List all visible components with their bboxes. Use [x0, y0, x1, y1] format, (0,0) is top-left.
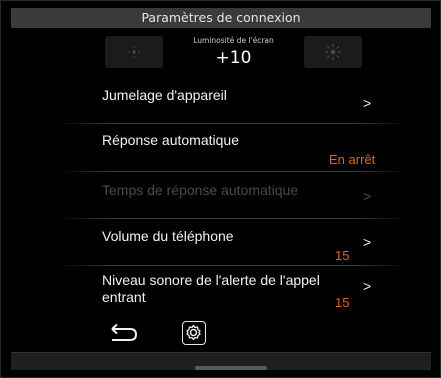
menu-item-label-line1: Niveau sonore de l'alerte de l'appel [102, 272, 320, 288]
brightness-value: +10 [215, 48, 252, 68]
menu-item-auto-answer-time: Temps de réponse automatique > [0, 172, 441, 218]
volume-value: 15 [335, 248, 350, 263]
settings-gear-icon [186, 324, 201, 341]
brightness-increase-button[interactable] [304, 36, 362, 68]
sun-dim-icon [128, 46, 140, 58]
volume-value: 15 [335, 295, 350, 310]
menu-item-incoming-call-alert-volume[interactable]: Niveau sonore de l'alerte de l'appel ent… [0, 266, 441, 314]
drag-handle[interactable] [195, 366, 267, 370]
menu-item-label-line2: entrant [102, 289, 146, 305]
menu-item-device-pairing[interactable]: Jumelage d'appareil > [0, 78, 441, 122]
menu-item-auto-answer[interactable]: Réponse automatique En arrêt [0, 124, 441, 170]
menu-item-label: Jumelage d'appareil [102, 87, 227, 103]
menu-item-phone-volume[interactable]: Volume du téléphone > 15 [0, 219, 441, 265]
sun-bright-icon [325, 44, 341, 60]
back-arrow-icon [111, 323, 138, 341]
status-value: En arrêt [329, 152, 376, 167]
settings-button[interactable] [182, 321, 206, 345]
chevron-right-icon: > [363, 234, 372, 250]
chevron-right-icon: > [363, 95, 372, 111]
menu-item-label: Temps de réponse automatique [102, 182, 299, 198]
back-button[interactable] [106, 321, 140, 345]
brightness-label: Luminosité de l'écran [193, 36, 274, 45]
chevron-right-icon: > [363, 188, 372, 204]
menu-item-label: Volume du téléphone [102, 228, 234, 244]
brightness-decrease-button[interactable] [105, 36, 163, 68]
footer-toolbar [0, 318, 441, 348]
page-title: Paramètres de connexion [11, 8, 431, 28]
menu-item-label: Réponse automatique [102, 132, 239, 148]
brightness-control: Luminosité de l'écran +10 [105, 36, 362, 70]
chevron-right-icon: > [363, 278, 372, 294]
